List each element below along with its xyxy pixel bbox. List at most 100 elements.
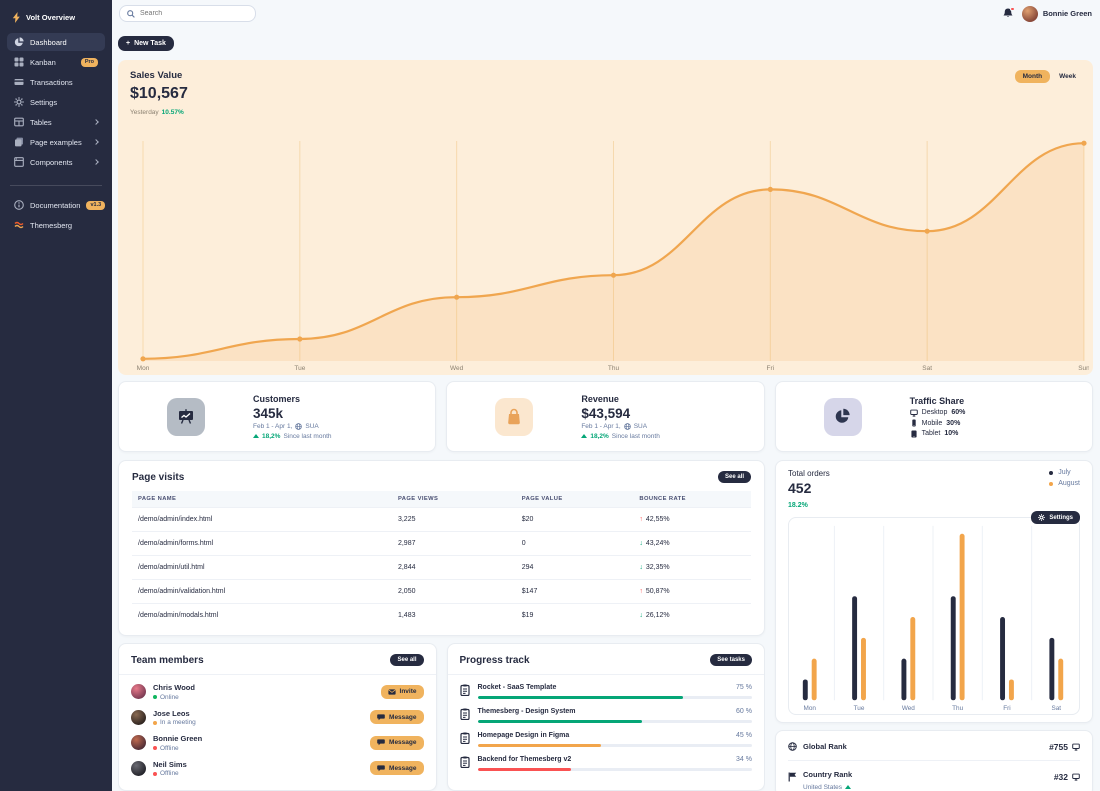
progress-bar [478,696,753,699]
stat-change: 18,2%Since last month [253,433,435,440]
traffic-row: Desktop60% [910,409,1092,417]
progress-bar [478,768,753,771]
stats-row: Customers 345k Feb 1 - Apr 1, SUA 18,2%S… [118,381,1093,452]
avatar [1022,6,1038,22]
team-member-row: Bonnie Green Offline Message [131,734,424,752]
sidebar-item-themesberg[interactable]: Themesberg [7,216,105,234]
svg-text:Fri: Fri [767,365,775,371]
pages-icon [14,137,24,147]
sidebar-item-documentation[interactable]: Documentation v1.3 [7,196,105,214]
sidebar-item-label: Themesberg [30,221,72,230]
team-member-row: Chris Wood Online Invite [131,683,424,701]
sales-title: Sales Value [130,70,188,81]
sidebar-item-label: Components [30,158,73,167]
search-input[interactable] [140,10,248,17]
member-name: Jose Leos [153,709,196,718]
team-member-row: Jose Leos In a meeting Message [131,709,424,727]
clipboard-icon [460,756,470,768]
table-row: /demo/admin/validation.html2,050$147↑50,… [132,580,751,604]
orders-bar-chart: MonTueWedThuFriSat [790,522,1078,714]
message-button[interactable]: Message [370,710,423,724]
clipboard-icon [460,684,470,696]
clipboard-icon [460,732,470,744]
sidebar-item-dashboard[interactable]: Dashboard [7,33,105,51]
customers-card: Customers 345k Feb 1 - Apr 1, SUA 18,2%S… [118,381,436,452]
pie-chart-icon [14,37,24,47]
search-icon [127,10,135,18]
sidebar-item-label: Dashboard [30,38,67,47]
pro-badge: Pro [81,58,98,67]
user-menu[interactable]: Bonnie Green [1022,6,1092,22]
themesberg-logo [14,220,24,230]
svg-text:Wed: Wed [902,705,915,712]
stat-title: Revenue [581,394,763,404]
rank-value: #755 [1049,742,1068,752]
plus-icon: + [126,40,130,47]
bolt-icon [12,12,21,23]
kanban-grid-icon [14,57,24,67]
globe-icon [295,423,302,430]
svg-text:Thu: Thu [608,365,620,371]
sales-meta: Yesterday10.57% [130,109,188,116]
chat-icon [377,739,385,746]
svg-text:Sat: Sat [922,365,932,371]
status-dot [153,721,157,725]
member-name: Chris Wood [153,683,195,692]
member-avatar [131,710,146,725]
presentation-chart-icon [167,398,205,436]
revenue-card: Revenue $43,594 Feb 1 - Apr 1, SUA 18,2%… [446,381,764,452]
svg-text:Tue: Tue [854,705,865,712]
chevron-right-icon [93,119,99,125]
sidebar-item-label: Documentation [30,201,80,210]
stat-title: Customers [253,394,435,404]
see-all-button[interactable]: See all [718,471,751,483]
sidebar-item-components[interactable]: Components [7,153,105,171]
table-row: /demo/admin/modals.html1,483$19↓26,12% [132,604,751,628]
team-title: Team members [131,655,204,666]
sidebar-item-label: Page examples [30,138,82,147]
member-name: Neil Sims [153,760,187,769]
toggle-month[interactable]: Month [1015,70,1051,83]
message-button[interactable]: Message [370,736,423,750]
stat-change: 18,2%Since last month [581,433,763,440]
invite-button[interactable]: Invite [381,685,424,699]
sidebar-item-transactions[interactable]: Transactions [7,73,105,91]
member-avatar [131,684,146,699]
table-row: /demo/admin/util.html2,844294↓32,35% [132,556,751,580]
table-row: /demo/admin/forms.html2,9870↓43,24% [132,532,751,556]
period-toggle: Month Week [1015,70,1081,83]
version-badge: v1.3 [86,201,105,210]
see-all-button[interactable]: See all [390,654,423,666]
svg-text:Fri: Fri [1003,705,1010,712]
stat-value: 345k [253,406,435,421]
sidebar-item-label: Transactions [30,78,73,87]
brand-label: Volt Overview [26,13,75,22]
new-task-button[interactable]: + New Task [118,36,174,51]
see-tasks-button[interactable]: See tasks [710,654,752,666]
svg-text:Thu: Thu [952,705,963,712]
toggle-week[interactable]: Week [1054,70,1081,83]
sidebar-item-settings[interactable]: Settings [7,93,105,111]
components-icon [14,157,24,167]
status-dot [153,695,157,699]
brand[interactable]: Volt Overview [7,8,105,33]
sales-line-chart: MonTueWedThuFriSatSun [126,133,1089,371]
monitor-icon [1072,743,1080,751]
orders-change: 18.2% [788,502,830,509]
sidebar-item-page-examples[interactable]: Page examples [7,133,105,151]
envelope-icon [388,689,396,695]
chevron-right-icon [93,159,99,165]
legend-dot-july [1049,471,1053,475]
sales-header: Sales Value $10,567 Yesterday10.57% [130,70,188,116]
notifications-button[interactable] [1003,8,1014,20]
sidebar-item-tables[interactable]: Tables [7,113,105,131]
progress-item: Homepage Design in Figma45 % [460,732,753,747]
bounce-arrow: ↓ [639,540,643,547]
sidebar-item-kanban[interactable]: Kanban Pro [7,53,105,71]
credit-card-icon [14,77,24,87]
sales-change: 10.57% [162,109,184,116]
sales-value-card: Sales Value $10,567 Yesterday10.57% Mont… [118,60,1093,375]
search-box[interactable] [119,5,256,22]
bounce-arrow: ↑ [639,516,643,523]
message-button[interactable]: Message [370,761,423,775]
